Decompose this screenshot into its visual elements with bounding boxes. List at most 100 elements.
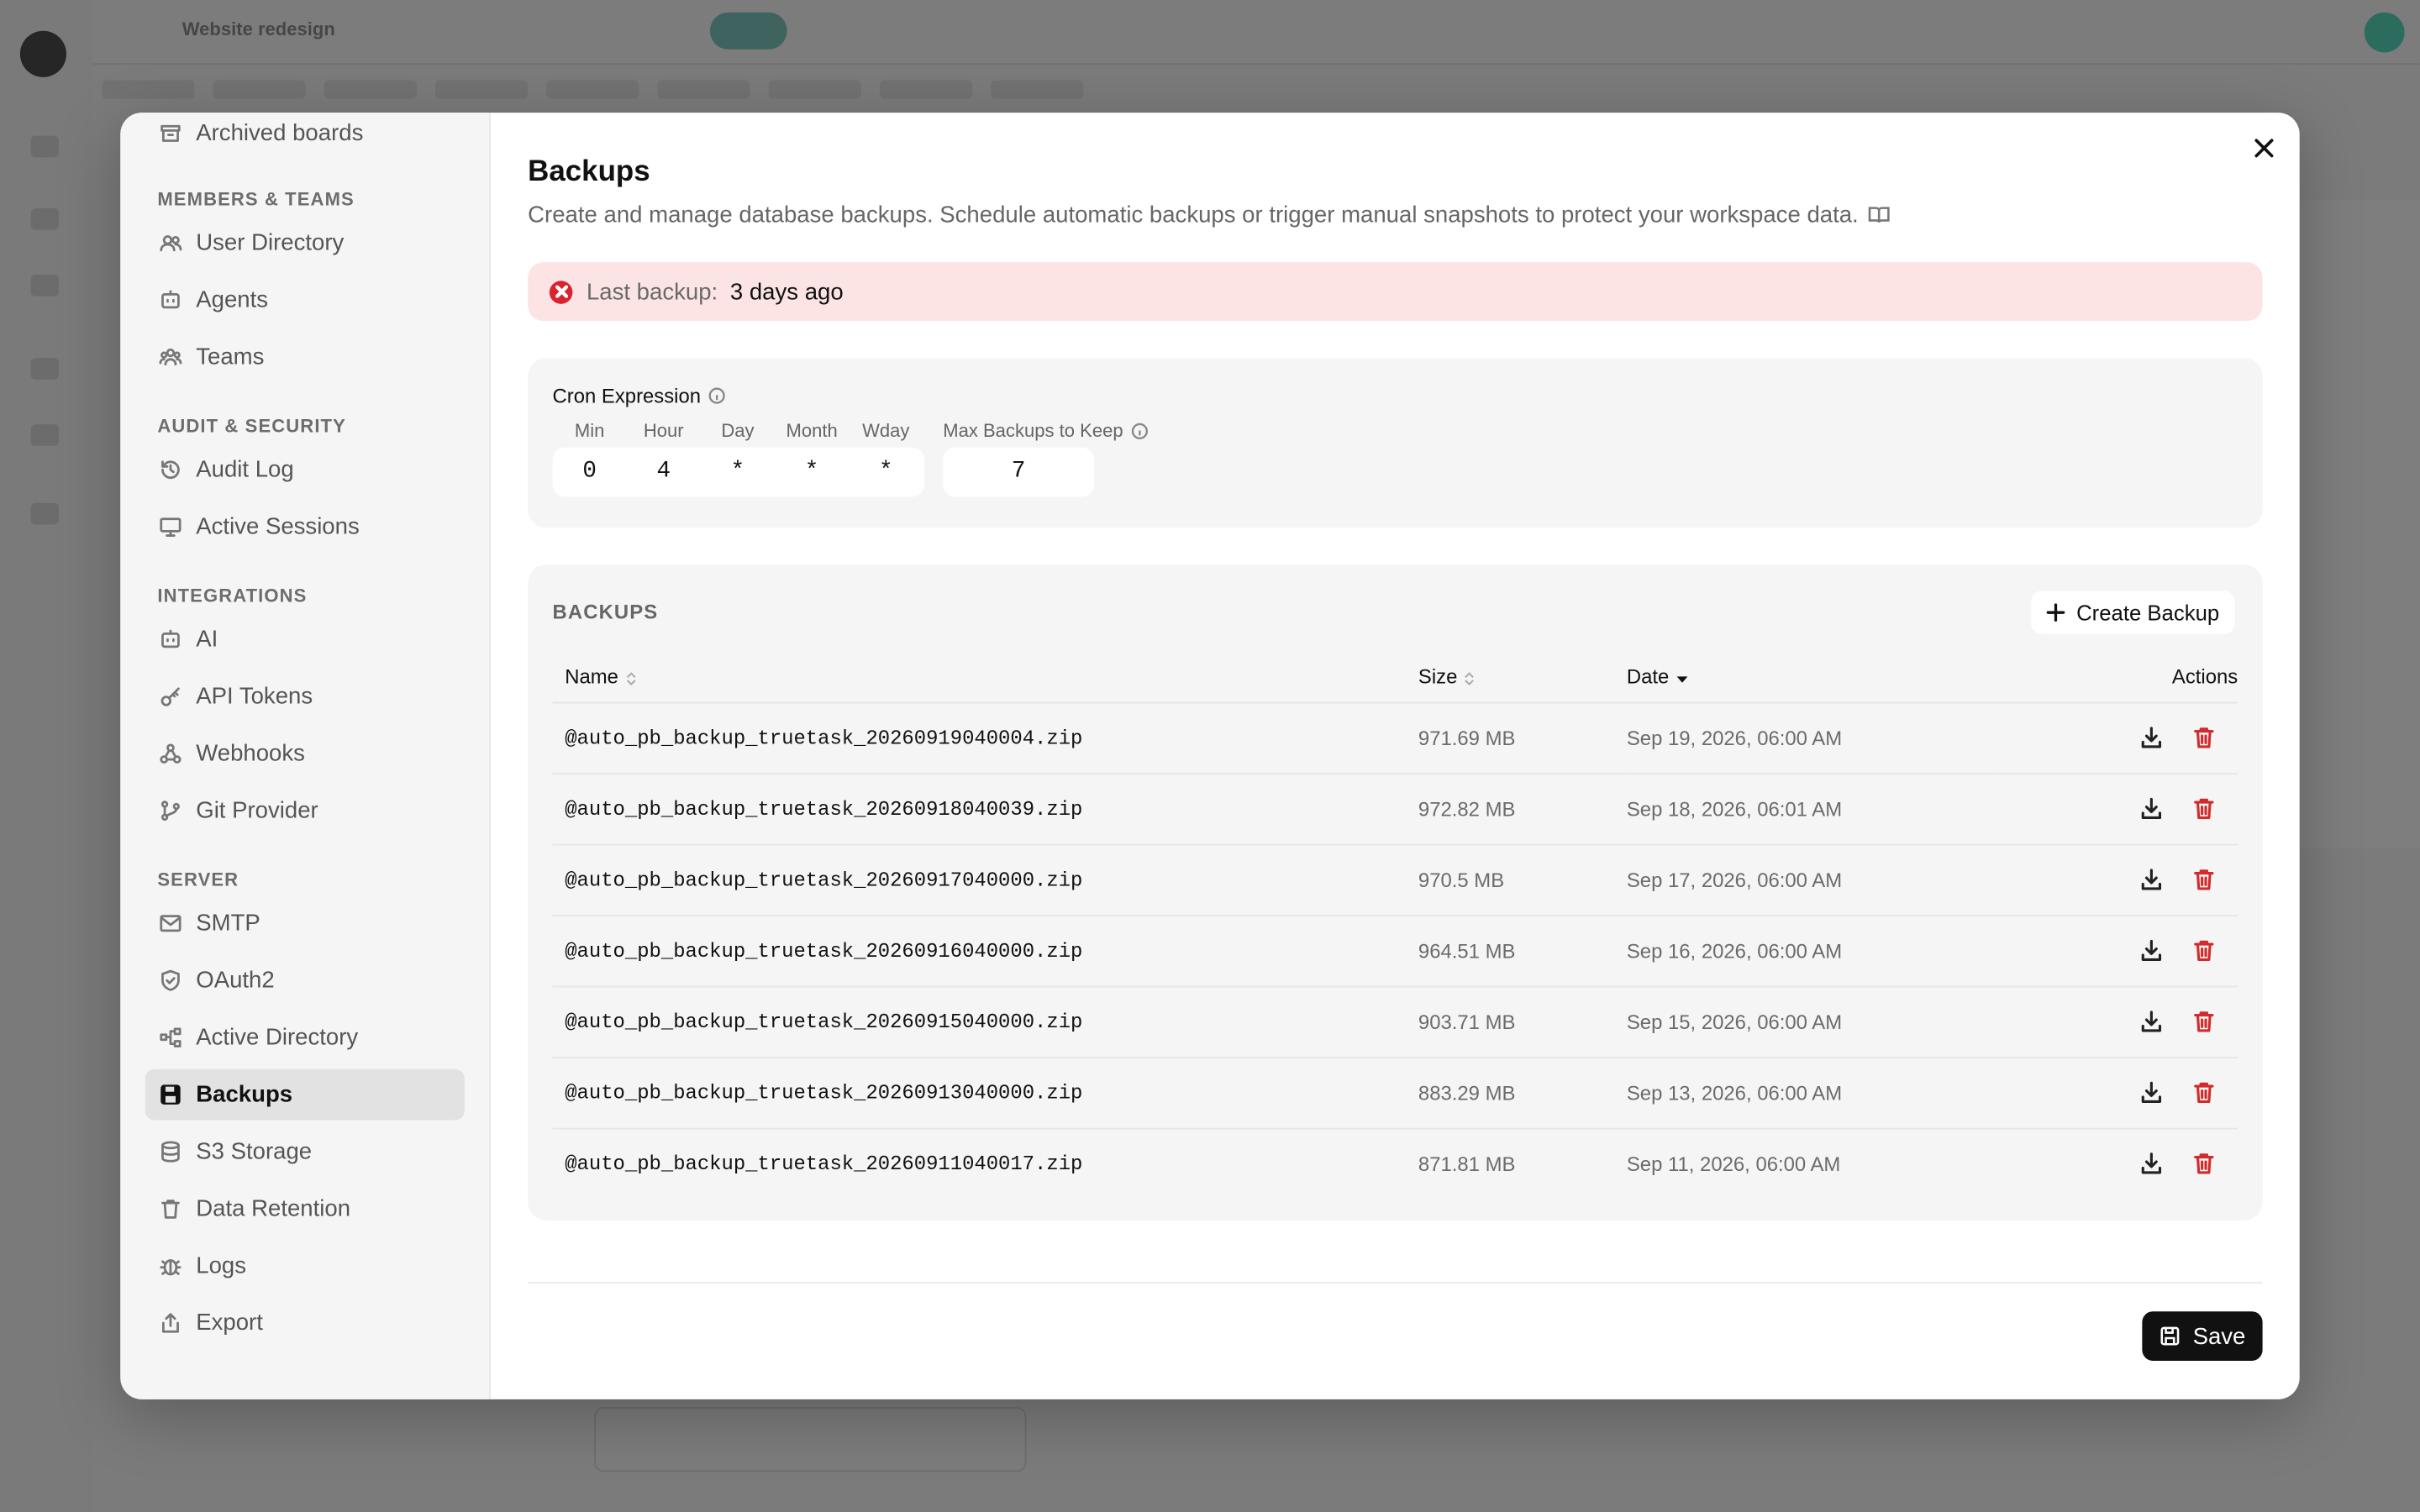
- sidebar-item-active-sessions[interactable]: Active Sessions: [145, 501, 465, 553]
- table-row: @auto_pb_backup_truetask_20260916040000.…: [552, 915, 2238, 987]
- cron-month-input[interactable]: *: [775, 448, 849, 497]
- backup-name: @auto_pb_backup_truetask_20260913040000.…: [552, 1057, 1418, 1129]
- cron-label-min: Min: [574, 419, 605, 442]
- sidebar-item-api-tokens[interactable]: API Tokens: [145, 671, 465, 722]
- table-row: @auto_pb_backup_truetask_20260911040017.…: [553, 1128, 2238, 1199]
- plus-icon: [2047, 603, 2066, 622]
- book-icon[interactable]: [1868, 203, 1891, 227]
- sidebar-item-git-provider[interactable]: Git Provider: [145, 785, 465, 837]
- cron-day-input[interactable]: *: [701, 448, 775, 497]
- trash-icon[interactable]: [2191, 796, 2216, 821]
- cron-heading: Cron Expression: [553, 383, 2238, 407]
- backup-actions: [1996, 1057, 2238, 1129]
- sidebar-item-s3-storage[interactable]: S3 Storage: [145, 1126, 465, 1178]
- sort-desc-icon: [1677, 676, 1689, 683]
- download-icon[interactable]: [2139, 725, 2164, 749]
- backup-size: 970.5 MB: [1418, 843, 1627, 916]
- backup-date: Sep 17, 2026, 06:00 AM: [1626, 843, 1997, 916]
- cron-label-wday: Wday: [862, 419, 910, 442]
- download-icon[interactable]: [2139, 796, 2164, 821]
- sidebar-item-data-retention[interactable]: Data Retention: [145, 1184, 465, 1235]
- settings-sidebar: Archived boards MEMBERS & TEAMS User Dir…: [120, 113, 492, 1399]
- sidebar-item-oauth2[interactable]: OAuth2: [145, 955, 465, 1006]
- trash-icon[interactable]: [2191, 725, 2216, 749]
- backup-actions: [1996, 915, 2238, 987]
- cron-hour-input[interactable]: 4: [627, 448, 701, 497]
- create-backup-button[interactable]: Create Backup: [2031, 591, 2235, 634]
- database-icon: [161, 1141, 180, 1163]
- trash-icon[interactable]: [2191, 1152, 2216, 1176]
- backup-size: 903.71 MB: [1418, 985, 1627, 1058]
- download-icon[interactable]: [2139, 1080, 2164, 1105]
- users-icon: [160, 235, 182, 252]
- archive-icon: [160, 123, 181, 141]
- cron-min-input[interactable]: 0: [553, 448, 627, 497]
- trash-icon[interactable]: [2191, 1080, 2216, 1105]
- background-card: [594, 1407, 1027, 1473]
- table-row: @auto_pb_backup_truetask_20260913040000.…: [552, 1057, 2238, 1129]
- table-row: @auto_pb_backup_truetask_20260919040004.…: [552, 701, 2238, 774]
- trash-icon[interactable]: [2191, 1009, 2216, 1033]
- cron-wday-input[interactable]: *: [849, 448, 923, 497]
- sidebar-item-user-directory[interactable]: User Directory: [145, 218, 465, 269]
- trash-icon[interactable]: [2191, 938, 2216, 963]
- close-button[interactable]: [2250, 134, 2278, 162]
- info-icon[interactable]: [708, 386, 725, 403]
- column-actions: Actions: [1996, 652, 2238, 703]
- last-backup-alert: Last backup: 3 days ago: [528, 262, 2263, 322]
- max-backups-input[interactable]: 7: [943, 447, 1095, 497]
- share-icon: [161, 1313, 179, 1333]
- cron-label-hour: Hour: [643, 419, 684, 442]
- sidebar-item-ai[interactable]: AI: [145, 614, 465, 665]
- git-branch-icon: [160, 801, 180, 822]
- backup-size: 971.69 MB: [1418, 701, 1627, 774]
- info-icon[interactable]: [1131, 422, 1148, 439]
- column-name[interactable]: Name: [552, 652, 1418, 703]
- backup-date: Sep 18, 2026, 06:01 AM: [1626, 773, 1997, 845]
- trash-icon[interactable]: [2191, 867, 2216, 891]
- backup-date: Sep 16, 2026, 06:00 AM: [1626, 915, 1997, 987]
- history-icon: [161, 460, 180, 480]
- backup-size: 972.82 MB: [1418, 773, 1627, 845]
- max-backups-field: Max Backups to Keep 7: [943, 417, 1148, 497]
- save-icon: [160, 1084, 181, 1105]
- background-topbar: Website redesign: [92, 0, 2420, 66]
- section-members-teams: MEMBERS & TEAMS: [157, 188, 355, 210]
- backup-name: @auto_pb_backup_truetask_20260917040000.…: [552, 843, 1418, 916]
- save-button[interactable]: Save: [2141, 1311, 2263, 1361]
- sidebar-item-export[interactable]: Export: [145, 1298, 465, 1349]
- download-icon[interactable]: [2139, 1009, 2164, 1033]
- settings-content: Backups Create and manage database backu…: [491, 113, 2300, 1399]
- column-size[interactable]: Size: [1418, 652, 1627, 703]
- sort-icon: [626, 671, 635, 685]
- backup-name: @auto_pb_backup_truetask_20260915040000.…: [552, 985, 1418, 1058]
- backups-table: Name Size Date Actions @auto_pb_backup_t…: [552, 652, 2238, 1199]
- team-icon: [159, 348, 182, 366]
- backups-heading: BACKUPS: [552, 600, 659, 624]
- bot-icon: [161, 290, 180, 309]
- sidebar-item-audit-log[interactable]: Audit Log: [145, 444, 465, 496]
- sidebar-item-backups[interactable]: Backups: [145, 1068, 465, 1121]
- download-icon[interactable]: [2139, 1152, 2164, 1176]
- webhook-icon: [160, 743, 182, 764]
- error-icon: [549, 280, 573, 303]
- shield-check-icon: [161, 969, 180, 991]
- download-icon[interactable]: [2139, 938, 2164, 963]
- sidebar-item-smtp[interactable]: SMTP: [145, 898, 465, 949]
- sidebar-item-teams[interactable]: Teams: [145, 332, 465, 383]
- sidebar-item-webhooks[interactable]: Webhooks: [145, 728, 465, 780]
- sidebar-item-logs[interactable]: Logs: [145, 1241, 465, 1292]
- trash-icon: [161, 1200, 180, 1219]
- column-date[interactable]: Date: [1626, 652, 1997, 703]
- table-row: @auto_pb_backup_truetask_20260917040000.…: [552, 843, 2238, 916]
- backup-name: @auto_pb_backup_truetask_20260918040039.…: [552, 773, 1418, 845]
- backup-actions: [1996, 773, 2238, 845]
- backup-size: 871.81 MB: [1418, 1152, 1516, 1176]
- page-title: Backups: [528, 155, 650, 189]
- page-description: Create and manage database backups. Sche…: [528, 202, 2262, 228]
- sidebar-item-archived-boards[interactable]: Archived boards: [145, 113, 465, 153]
- sidebar-item-active-directory[interactable]: Active Directory: [145, 1012, 465, 1063]
- sidebar-item-agents[interactable]: Agents: [145, 275, 465, 326]
- monitor-icon: [160, 517, 182, 537]
- download-icon[interactable]: [2139, 867, 2164, 891]
